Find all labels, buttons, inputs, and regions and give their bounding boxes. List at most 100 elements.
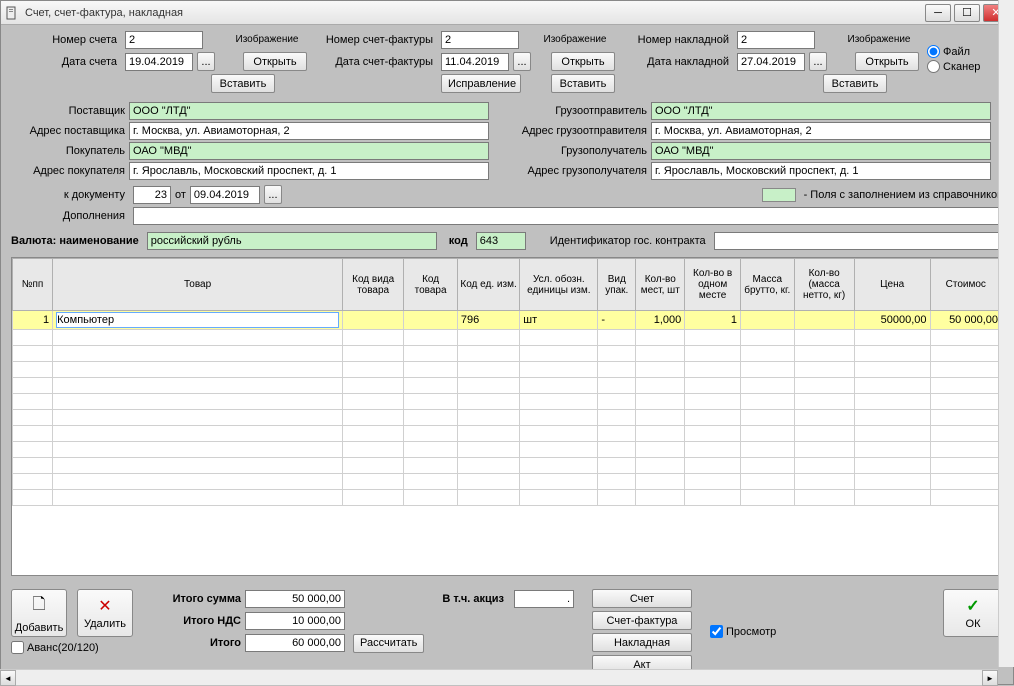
- to-doc-no-input[interactable]: [133, 186, 171, 204]
- currency-code-label: код: [449, 235, 468, 247]
- waybill-date-input[interactable]: [737, 53, 805, 71]
- supplier-input[interactable]: [129, 102, 489, 120]
- currency-code-input[interactable]: [476, 232, 526, 250]
- open-button-3[interactable]: Открыть: [855, 52, 919, 71]
- to-doc-date-input[interactable]: [190, 186, 260, 204]
- column-header[interactable]: Вид упак.: [598, 259, 636, 311]
- column-header[interactable]: Кол-во (масса нетто, кг): [794, 259, 854, 311]
- avans-checkbox[interactable]: Аванс(20/120): [11, 641, 133, 654]
- radio-file[interactable]: Файл: [927, 45, 980, 58]
- print-invoice-button[interactable]: Счет: [592, 589, 692, 608]
- image-label-1: Изображение: [227, 34, 307, 45]
- extra-input[interactable]: [133, 207, 1003, 225]
- buyer-input[interactable]: [129, 142, 489, 160]
- table-row[interactable]: [13, 394, 1002, 410]
- table-row[interactable]: [13, 362, 1002, 378]
- correction-button[interactable]: Исправление: [441, 74, 521, 93]
- column-header[interactable]: Масса брутто, кг.: [741, 259, 795, 311]
- sum-label: Итого сумма: [151, 593, 241, 605]
- column-header[interactable]: Кол-во в одном месте: [685, 259, 741, 311]
- image-label-3: Изображение: [839, 34, 919, 45]
- minimize-button[interactable]: ─: [925, 4, 951, 22]
- app-window: Счет, счет-фактура, накладная ─ ☐ ✕ Номе…: [0, 0, 1014, 685]
- radio-scanner[interactable]: Сканер: [927, 60, 980, 73]
- ok-icon: ✓: [966, 596, 979, 616]
- calc-button[interactable]: Рассчитать: [353, 634, 424, 653]
- table-row[interactable]: 1796шт-1,000150000,0050 000,00: [13, 311, 1002, 330]
- column-header[interactable]: Код ед. изм.: [457, 259, 519, 311]
- table-row[interactable]: [13, 442, 1002, 458]
- buyer-addr-input[interactable]: [129, 162, 489, 180]
- header-section: Номер счета Изображение Дата счета ... О…: [11, 31, 1003, 93]
- ot-label: от: [175, 189, 186, 201]
- column-header[interactable]: Цена: [854, 259, 930, 311]
- image-label-2: Изображение: [535, 34, 615, 45]
- factura-date-picker[interactable]: ...: [513, 52, 531, 71]
- invoice-date-picker[interactable]: ...: [197, 52, 215, 71]
- shipper-input[interactable]: [651, 102, 991, 120]
- contract-label: Идентификатор гос. контракта: [550, 235, 706, 247]
- shipper-addr-input[interactable]: [651, 122, 991, 140]
- table-row[interactable]: [13, 330, 1002, 346]
- supplier-label: Поставщик: [11, 105, 129, 117]
- factura-no-input[interactable]: [441, 31, 519, 49]
- currency-name-input[interactable]: [147, 232, 437, 250]
- column-header[interactable]: Усл. обозн. единицы изм.: [520, 259, 598, 311]
- table-row[interactable]: [13, 490, 1002, 506]
- ok-button[interactable]: ✓ ОК: [943, 589, 1003, 637]
- factura-date-label: Дата счет-фактуры: [315, 56, 437, 68]
- total-input[interactable]: [245, 634, 345, 652]
- vat-input[interactable]: [245, 612, 345, 630]
- insert-button-3[interactable]: Вставить: [823, 74, 887, 93]
- product-cell-input[interactable]: [56, 312, 339, 328]
- table-row[interactable]: [13, 346, 1002, 362]
- supplier-addr-input[interactable]: [129, 122, 489, 140]
- invoice-no-input[interactable]: [125, 31, 203, 49]
- open-button-1[interactable]: Открыть: [243, 52, 307, 71]
- factura-no-label: Номер счет-фактуры: [315, 34, 437, 46]
- add-button[interactable]: 🗋 Добавить: [11, 589, 67, 637]
- shipper-label: Грузоотправитель: [501, 105, 651, 117]
- consignee-addr-input[interactable]: [651, 162, 991, 180]
- column-header[interactable]: Кол-во мест, шт: [636, 259, 685, 311]
- table-row[interactable]: [13, 410, 1002, 426]
- column-header[interactable]: Товар: [53, 259, 343, 311]
- contract-input[interactable]: [714, 232, 1003, 250]
- consignee-input[interactable]: [651, 142, 991, 160]
- insert-button-1[interactable]: Вставить: [211, 74, 275, 93]
- waybill-no-input[interactable]: [737, 31, 815, 49]
- column-header[interactable]: №пп: [13, 259, 53, 311]
- vat-label: Итого НДС: [151, 615, 241, 627]
- legend-swatch: [762, 188, 796, 202]
- window-title: Счет, счет-фактура, накладная: [25, 7, 925, 19]
- print-waybill-button[interactable]: Накладная: [592, 633, 692, 652]
- buyer-addr-label: Адрес покупателя: [11, 165, 129, 177]
- invoice-date-label: Дата счета: [11, 56, 121, 68]
- table-row[interactable]: [13, 426, 1002, 442]
- titlebar: Счет, счет-фактура, накладная ─ ☐ ✕: [1, 1, 1013, 25]
- supplier-addr-label: Адрес поставщика: [11, 125, 129, 137]
- print-factura-button[interactable]: Счет-фактура: [592, 611, 692, 630]
- currency-name-label: Валюта: наименование: [11, 235, 139, 247]
- open-button-2[interactable]: Открыть: [551, 52, 615, 71]
- to-doc-date-picker[interactable]: ...: [264, 185, 282, 204]
- buyer-label: Покупатель: [11, 145, 129, 157]
- vertical-scrollbar[interactable]: [998, 257, 1003, 576]
- table-row[interactable]: [13, 378, 1002, 394]
- invoice-no-label: Номер счета: [11, 34, 121, 46]
- column-header[interactable]: Стоимос: [930, 259, 1001, 311]
- delete-button[interactable]: ✕ Удалить: [77, 589, 133, 637]
- excise-label: В т.ч. акциз: [442, 593, 504, 605]
- factura-date-input[interactable]: [441, 53, 509, 71]
- table-row[interactable]: [13, 458, 1002, 474]
- invoice-date-input[interactable]: [125, 53, 193, 71]
- excise-input[interactable]: [514, 590, 574, 608]
- table-row[interactable]: [13, 474, 1002, 490]
- waybill-date-picker[interactable]: ...: [809, 52, 827, 71]
- column-header[interactable]: Код вида товара: [343, 259, 404, 311]
- sum-input[interactable]: [245, 590, 345, 608]
- preview-checkbox[interactable]: Просмотр: [710, 625, 776, 638]
- column-header[interactable]: Код товара: [404, 259, 458, 311]
- maximize-button[interactable]: ☐: [954, 4, 980, 22]
- insert-button-2[interactable]: Вставить: [551, 74, 615, 93]
